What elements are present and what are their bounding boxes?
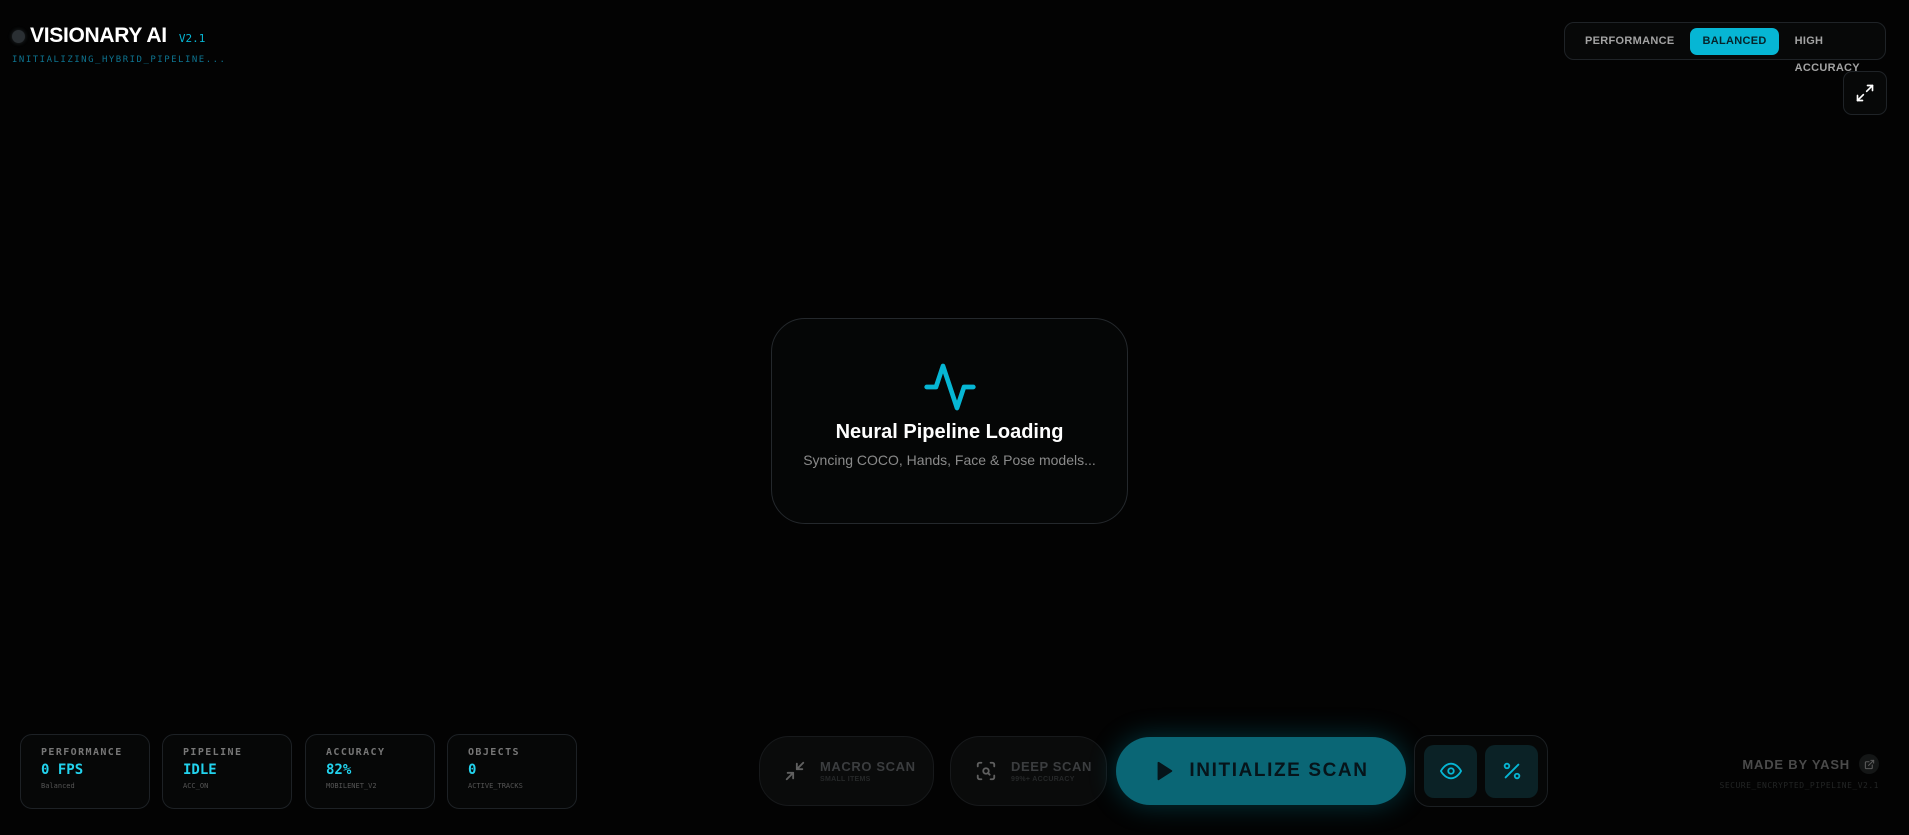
stat-value: 0 (468, 762, 477, 778)
activity-pulse-icon (923, 363, 976, 411)
loader-subtitle: Syncing COCO, Hands, Face & Pose models.… (803, 452, 1096, 468)
stat-sub: ACTIVE_TRACKS (468, 782, 523, 790)
fullscreen-button[interactable] (1843, 71, 1887, 115)
stat-value: 0 FPS (41, 762, 84, 778)
mode-performance-button[interactable]: PERFORMANCE (1573, 28, 1686, 55)
loader-title: Neural Pipeline Loading (835, 421, 1064, 443)
overlay-toggle-group (1414, 735, 1548, 807)
stat-value: IDLE (183, 762, 217, 778)
macro-scan-button[interactable]: MACRO SCAN SMALL ITEMS (759, 736, 934, 806)
credit-subtext: SECURE_ENCRYPTED_PIPELINE_V2.1 (1719, 781, 1879, 790)
mode-switch: PERFORMANCE BALANCED HIGH ACCURACY (1564, 22, 1886, 74)
pipeline-status-text: INITIALIZING_HYBRID_PIPELINE... (12, 55, 227, 65)
stat-label: OBJECTS (468, 747, 520, 758)
stat-sub: MOBILENET_V2 (326, 782, 377, 790)
stat-card-objects: OBJECTS 0 ACTIVE_TRACKS (447, 734, 577, 809)
app-root: VISIONARY AI V2.1 INITIALIZING_HYBRID_PI… (0, 0, 1909, 835)
external-link-icon (1864, 759, 1874, 769)
percent-icon (1503, 762, 1520, 780)
minimize-arrows-icon (785, 761, 805, 781)
play-icon (1157, 761, 1173, 781)
macro-scan-label: MACRO SCAN (820, 759, 916, 774)
external-link-button[interactable] (1859, 754, 1879, 774)
version-badge: V2.1 (178, 31, 206, 45)
initialize-scan-label: INITIALIZE SCAN (1189, 760, 1369, 781)
deep-scan-sub: 99%+ ACCURACY (1011, 776, 1075, 783)
macro-scan-sub: SMALL ITEMS (820, 776, 871, 783)
expand-icon (1856, 84, 1874, 102)
app-title: VISIONARY AI (30, 24, 167, 47)
loader-card: Neural Pipeline Loading Syncing COCO, Ha… (771, 318, 1128, 524)
scan-search-icon (976, 761, 996, 781)
credit-name: MADE BY YASH (1742, 756, 1850, 772)
mode-high-accuracy-button[interactable]: HIGH ACCURACY (1783, 28, 1880, 74)
eye-icon (1439, 762, 1462, 780)
confidence-toggle-button[interactable] (1485, 744, 1538, 798)
stat-label: PERFORMANCE (41, 747, 123, 758)
stat-sub: Balanced (41, 782, 75, 790)
status-dot-icon (12, 29, 25, 43)
deep-scan-button[interactable]: DEEP SCAN 99%+ ACCURACY (950, 736, 1107, 806)
mode-balanced-button[interactable]: BALANCED (1690, 27, 1779, 55)
visibility-toggle-button[interactable] (1424, 744, 1477, 798)
stat-card-accuracy: ACCURACY 82% MOBILENET_V2 (305, 734, 435, 809)
stat-label: ACCURACY (326, 747, 386, 758)
initialize-scan-button[interactable]: INITIALIZE SCAN (1116, 737, 1406, 805)
brand: VISIONARY AI V2.1 (12, 24, 205, 48)
stat-value: 82% (326, 762, 352, 778)
credit: MADE BY YASH SECURE_ENCRYPTED_PIPELINE_V… (1719, 754, 1879, 790)
stat-label: PIPELINE (183, 747, 243, 758)
deep-scan-label: DEEP SCAN (1011, 759, 1093, 774)
stat-sub: ACC_ON (183, 782, 209, 790)
stat-card-pipeline: PIPELINE IDLE ACC_ON (162, 734, 292, 809)
stat-card-performance: PERFORMANCE 0 FPS Balanced (20, 734, 150, 809)
